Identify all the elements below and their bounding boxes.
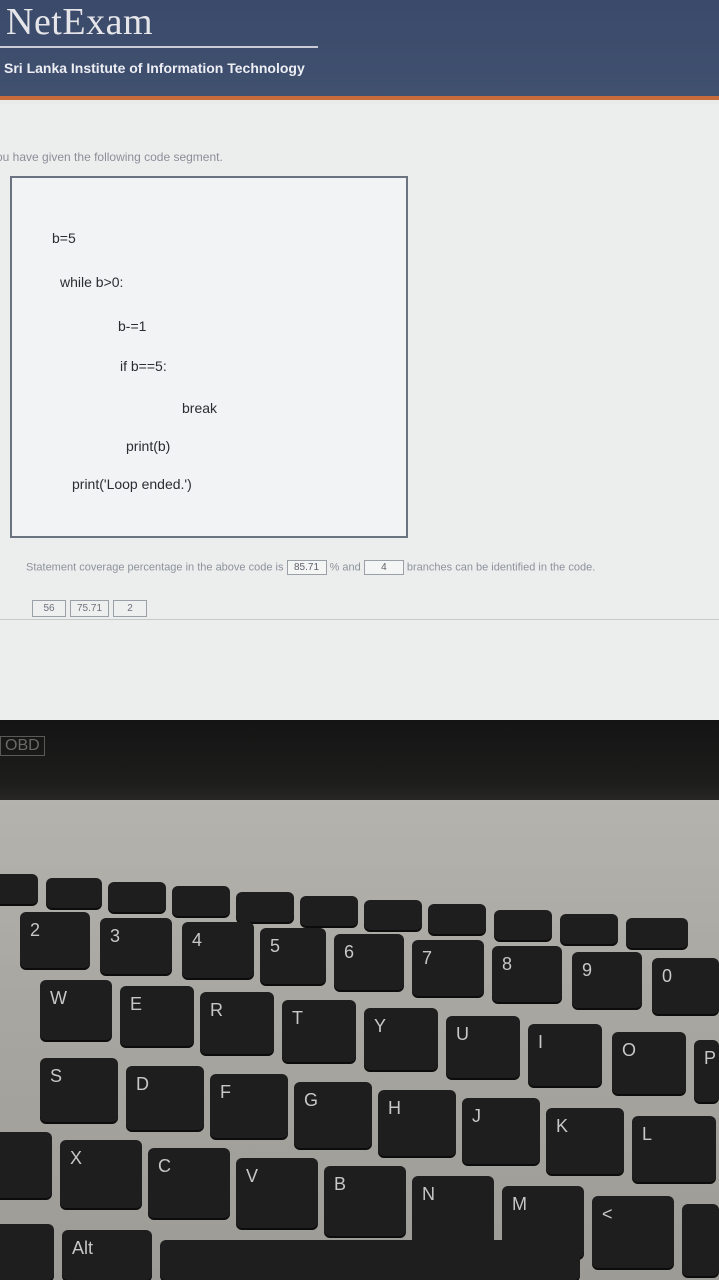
- key[interactable]: 4: [182, 922, 254, 978]
- function-key[interactable]: [560, 914, 618, 944]
- main-content: ou have given the following code segment…: [0, 104, 719, 720]
- key[interactable]: O: [612, 1032, 686, 1094]
- key[interactable]: B: [324, 1166, 406, 1236]
- key[interactable]: J: [462, 1098, 540, 1164]
- function-key[interactable]: [364, 900, 422, 930]
- branches-answer-box[interactable]: 4: [363, 560, 404, 575]
- key[interactable]: L: [632, 1116, 716, 1182]
- alt-key[interactable]: Alt: [62, 1230, 152, 1280]
- key[interactable]: R: [200, 992, 274, 1054]
- code-line: print('Loop ended.'): [72, 476, 192, 492]
- code-line: if b==5:: [120, 358, 167, 374]
- function-key[interactable]: [172, 886, 230, 916]
- key[interactable]: S: [40, 1058, 118, 1122]
- key[interactable]: X: [60, 1140, 142, 1208]
- function-key[interactable]: [494, 910, 552, 940]
- question-panel: ou have given the following code segment…: [0, 120, 719, 620]
- key[interactable]: E: [120, 986, 194, 1046]
- key[interactable]: 8: [492, 946, 562, 1002]
- function-key[interactable]: [428, 904, 486, 934]
- key[interactable]: <: [592, 1196, 674, 1268]
- function-key[interactable]: [46, 878, 102, 908]
- model-badge: OBD: [0, 736, 45, 756]
- statement-suffix: branches can be identified in the code.: [406, 561, 596, 574]
- key[interactable]: U: [446, 1016, 520, 1078]
- statement-middle: % and: [329, 561, 361, 574]
- key[interactable]: 0: [652, 958, 719, 1014]
- coverage-answer-box[interactable]: 85.71: [286, 560, 327, 575]
- laptop-bezel: OBD: [0, 720, 719, 810]
- statement-prefix: Statement coverage percentage in the abo…: [26, 561, 284, 574]
- coverage-statement: Statement coverage percentage in the abo…: [26, 560, 595, 575]
- key[interactable]: F: [210, 1074, 288, 1138]
- code-line: print(b): [126, 438, 171, 454]
- code-line: break: [182, 400, 218, 416]
- app-header: NetExam Sri Lanka Institute of Informati…: [0, 0, 719, 100]
- key[interactable]: N: [412, 1176, 494, 1246]
- function-key[interactable]: [108, 882, 166, 912]
- question-intro: ou have given the following code segment…: [0, 150, 223, 164]
- title-divider: [0, 46, 318, 48]
- key[interactable]: I: [528, 1024, 602, 1086]
- screen: NetExam Sri Lanka Institute of Informati…: [0, 0, 719, 720]
- keyboard-deck: 2 3 4 5 6 7 8 9 0 W E R T Y U I O P S D …: [0, 800, 719, 1280]
- key[interactable]: T: [282, 1000, 356, 1062]
- key[interactable]: P: [694, 1040, 719, 1102]
- space-bar[interactable]: [160, 1240, 580, 1280]
- key[interactable]: 9: [572, 952, 642, 1008]
- key[interactable]: D: [126, 1066, 204, 1130]
- app-title: NetExam: [6, 1, 154, 43]
- key[interactable]: G: [294, 1082, 372, 1148]
- answer-choices: 56 75.71 2: [32, 600, 148, 617]
- shift-key[interactable]: [0, 1132, 52, 1198]
- key[interactable]: 6: [334, 934, 404, 990]
- key[interactable]: 5: [260, 928, 326, 984]
- function-key[interactable]: [236, 892, 294, 922]
- code-line: b-=1: [118, 318, 147, 334]
- key[interactable]: V: [236, 1158, 318, 1228]
- key[interactable]: [682, 1204, 719, 1276]
- key[interactable]: Y: [364, 1008, 438, 1070]
- key[interactable]: K: [546, 1108, 624, 1174]
- windows-key[interactable]: [0, 1224, 54, 1280]
- choice-option[interactable]: 2: [113, 600, 148, 617]
- key[interactable]: 2: [20, 912, 90, 968]
- function-key[interactable]: [0, 874, 38, 904]
- function-key[interactable]: [300, 896, 358, 926]
- choice-option[interactable]: 56: [32, 600, 66, 617]
- institution-subtitle: Sri Lanka Institute of Information Techn…: [4, 60, 305, 76]
- key[interactable]: W: [40, 980, 112, 1040]
- choice-option[interactable]: 75.71: [70, 600, 110, 617]
- code-segment-box: b=5 while b>0: b-=1 if b==5: break print…: [10, 176, 408, 538]
- key[interactable]: 3: [100, 918, 172, 974]
- key[interactable]: C: [148, 1148, 230, 1218]
- key[interactable]: 7: [412, 940, 484, 996]
- function-key[interactable]: [626, 918, 688, 948]
- code-line: while b>0:: [60, 274, 124, 290]
- key[interactable]: H: [378, 1090, 456, 1156]
- code-line: b=5: [52, 230, 76, 246]
